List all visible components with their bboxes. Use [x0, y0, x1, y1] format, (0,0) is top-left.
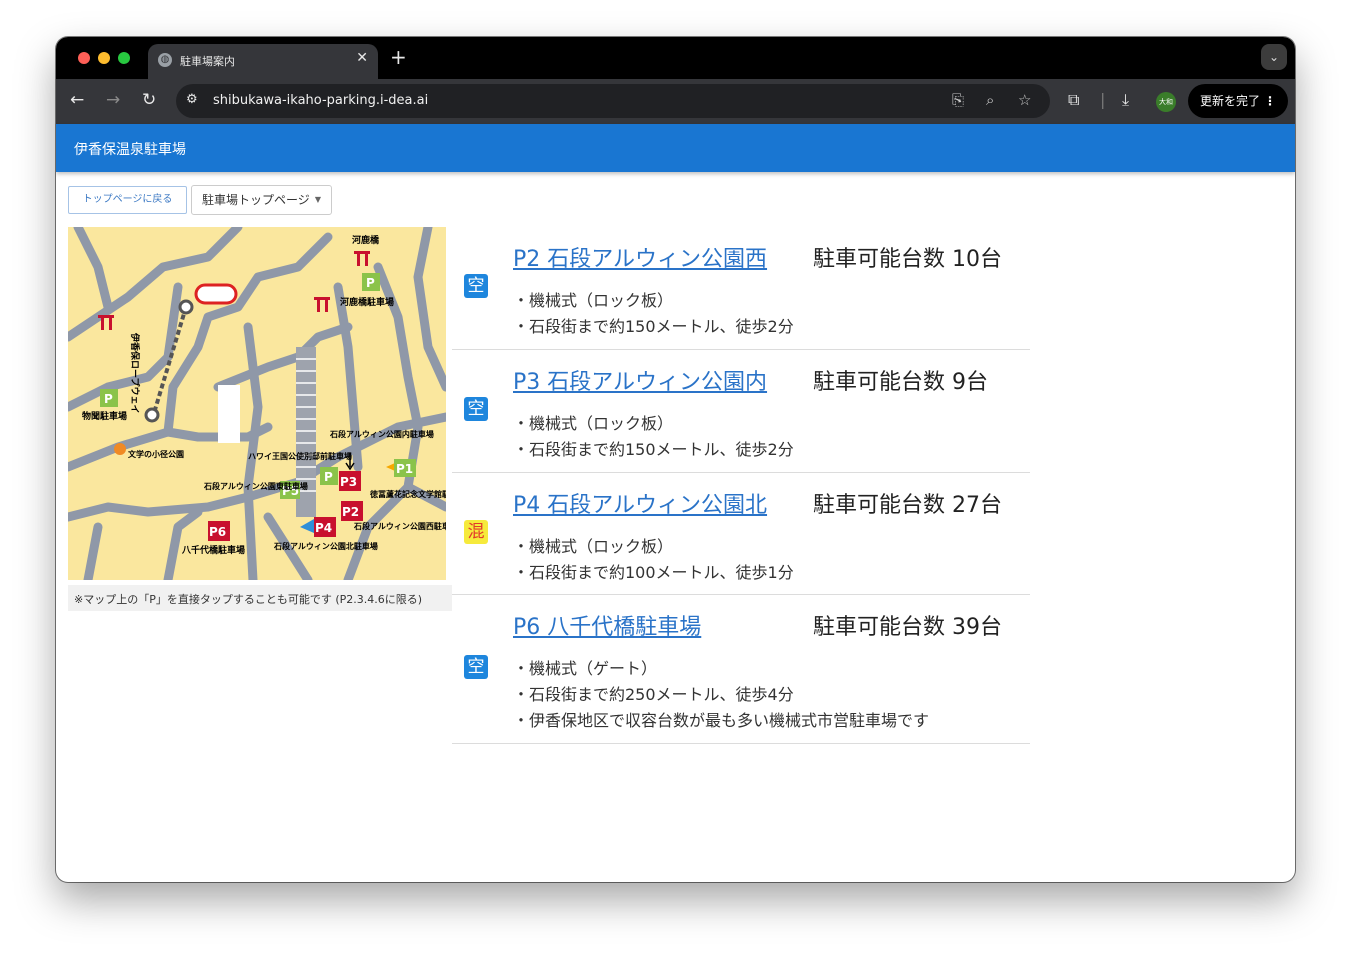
map-caption: ※マップ上の「P」を直接タップすることも可能です (P2.3.4.6に限る): [68, 585, 452, 611]
close-window-button[interactable]: [78, 52, 90, 64]
map-label-ropeway: 伊香保ロープウェイ: [129, 332, 141, 413]
translate-icon[interactable]: ⎘: [952, 91, 964, 109]
zoom-icon[interactable]: ⌕: [986, 91, 994, 109]
marker-p2: P2: [342, 505, 359, 519]
map-label-tokutomi: 徳冨蘆花記念文学館駐車場: [369, 489, 446, 499]
back-icon[interactable]: ←: [70, 90, 84, 110]
marker-p-tokutomi: P: [324, 470, 333, 484]
detail-line: ・石段街まで約100メートル、徒歩1分: [513, 563, 794, 582]
active-tab[interactable]: ◍ 駐車場案内 ✕: [148, 44, 378, 79]
parking-details: ・機械式（ゲート） ・石段街まで約250メートル、徒歩4分 ・伊香保地区で収容台…: [513, 656, 929, 734]
parking-lot-card: 混 P4 石段アルウィン公園北 駐車可能台数 27台 ・機械式（ロック板） ・石…: [452, 473, 1030, 595]
new-tab-button[interactable]: +: [390, 45, 407, 69]
minimize-window-button[interactable]: [98, 52, 110, 64]
toolbar-divider: |: [1100, 90, 1106, 109]
marker-p3: P3: [340, 475, 357, 489]
zoom-window-button[interactable]: [118, 52, 130, 64]
map-graphic: P P P P5 P1 P3 P2 P4 P6 河鹿橋 河鹿橋駐車場 物聞駐車場…: [68, 227, 446, 580]
tab-title: 駐車場案内: [180, 55, 235, 68]
tab-bar: ◍ 駐車場案内 ✕ + ⌄: [56, 37, 1295, 79]
detail-line: ・石段街まで約150メートル、徒歩2分: [513, 317, 794, 336]
map-label-yachiyo-parking: 八千代橋駐車場: [181, 544, 245, 556]
reload-icon[interactable]: ↻: [142, 90, 156, 110]
map-label-kajika-parking: 河鹿橋駐車場: [340, 296, 394, 308]
status-badge: 空: [464, 655, 488, 679]
parking-lot-link[interactable]: P3 石段アルウィン公園内: [513, 364, 767, 396]
detail-line: ・機械式（ゲート）: [513, 659, 658, 678]
url-text[interactable]: shibukawa-ikaho-parking.i-dea.ai: [213, 93, 428, 108]
map-label-north-parking: 石段アルウィン公園北駐車場: [273, 541, 378, 551]
parking-top-label: 駐車場トップページ: [202, 193, 310, 207]
map-label-hawaii: ハワイ王国公使別邸前駐車場: [248, 451, 352, 461]
page-title: 伊香保温泉駐車場: [74, 142, 186, 158]
marker-p4: P4: [315, 521, 332, 535]
site-info-icon[interactable]: ⚙: [186, 92, 198, 107]
update-button-label: 更新を完了: [1200, 94, 1261, 108]
parking-details: ・機械式（ロック板） ・石段街まで約100メートル、徒歩1分: [513, 534, 794, 586]
tab-search-button[interactable]: ⌄: [1261, 44, 1287, 70]
parking-lot-link[interactable]: P4 石段アルウィン公園北: [513, 487, 767, 519]
parking-top-dropdown[interactable]: 駐車場トップページ ▼: [191, 185, 332, 215]
status-badge: 空: [464, 274, 488, 298]
close-tab-icon[interactable]: ✕: [356, 50, 368, 66]
parking-lot-link[interactable]: P6 八千代橋駐車場: [513, 609, 701, 641]
update-button[interactable]: 更新を完了 ⋮: [1188, 84, 1288, 118]
parking-details: ・機械式（ロック板） ・石段街まで約150メートル、徒歩2分: [513, 288, 794, 340]
extensions-icon[interactable]: ⧉: [1068, 90, 1079, 110]
browser-window: ◍ 駐車場案内 ✕ + ⌄ ← → ↻ ⚙ shibukawa-ikaho-pa…: [56, 37, 1295, 882]
profile-avatar[interactable]: 大和: [1156, 92, 1176, 112]
parking-details: ・機械式（ロック板） ・石段街まで約150メートル、徒歩2分: [513, 411, 794, 463]
detail-line: ・石段街まで約150メートル、徒歩2分: [513, 440, 794, 459]
bookmark-star-icon[interactable]: ☆: [1018, 91, 1031, 109]
marker-p6: P6: [209, 525, 226, 539]
status-badge: 混: [464, 520, 488, 544]
parking-lot-card: 空 P2 石段アルウィン公園西 駐車可能台数 10台 ・機械式（ロック板） ・石…: [452, 227, 1030, 350]
back-to-top-button[interactable]: トップページに戻る: [68, 186, 187, 214]
parking-lot-link[interactable]: P2 石段アルウィン公園西: [513, 241, 767, 273]
map-label-kajika-bridge: 河鹿橋: [352, 234, 380, 246]
forward-icon[interactable]: →: [106, 90, 120, 110]
address-bar[interactable]: ⚙ shibukawa-ikaho-parking.i-dea.ai ⎘ ⌕ ☆: [176, 84, 1050, 118]
marker-p1: P1: [396, 462, 413, 476]
parking-capacity: 駐車可能台数 9台: [813, 370, 988, 395]
detail-line: ・機械式（ロック板）: [513, 414, 674, 433]
marker-p-bussan: P: [104, 392, 113, 406]
parking-lot-card: 空 P3 石段アルウィン公園内 駐車可能台数 9台 ・機械式（ロック板） ・石段…: [452, 350, 1030, 473]
more-menu-icon[interactable]: ⋮: [1264, 84, 1276, 118]
map-label-literature: 文学の小径公園: [128, 449, 184, 459]
parking-capacity: 駐車可能台数 10台: [813, 247, 1002, 272]
parking-map[interactable]: P P P P5 P1 P3 P2 P4 P6 河鹿橋 河鹿橋駐車場 物聞駐車場…: [68, 227, 446, 580]
app-header: 伊香保温泉駐車場: [56, 124, 1295, 172]
status-badge: 空: [464, 397, 488, 421]
map-label-east-parking: 石段アルウィン公園東駐車場: [203, 481, 308, 491]
parking-capacity: 駐車可能台数 27台: [813, 493, 1002, 518]
parking-capacity: 駐車可能台数 39台: [813, 615, 1002, 640]
download-icon[interactable]: ⤓: [1122, 90, 1129, 110]
browser-toolbar: ← → ↻ ⚙ shibukawa-ikaho-parking.i-dea.ai…: [56, 79, 1295, 124]
detail-line: ・石段街まで約250メートル、徒歩4分: [513, 685, 794, 704]
marker-p-kajika: P: [366, 276, 375, 290]
detail-line: ・機械式（ロック板）: [513, 537, 674, 556]
parking-lot-card: 空 P6 八千代橋駐車場 駐車可能台数 39台 ・機械式（ゲート） ・石段街まで…: [452, 595, 1030, 744]
detail-line: ・機械式（ロック板）: [513, 291, 674, 310]
map-label-bussan-parking: 物聞駐車場: [82, 410, 127, 422]
globe-icon: ◍: [158, 53, 172, 67]
map-label-in-parking: 石段アルウィン公園内駐車場: [329, 429, 434, 439]
map-label-west-parking: 石段アルウィン公園西駐車場: [353, 521, 446, 531]
caret-down-icon: ▼: [314, 195, 321, 204]
detail-line: ・伊香保地区で収容台数が最も多い機械式市営駐車場です: [513, 711, 930, 730]
